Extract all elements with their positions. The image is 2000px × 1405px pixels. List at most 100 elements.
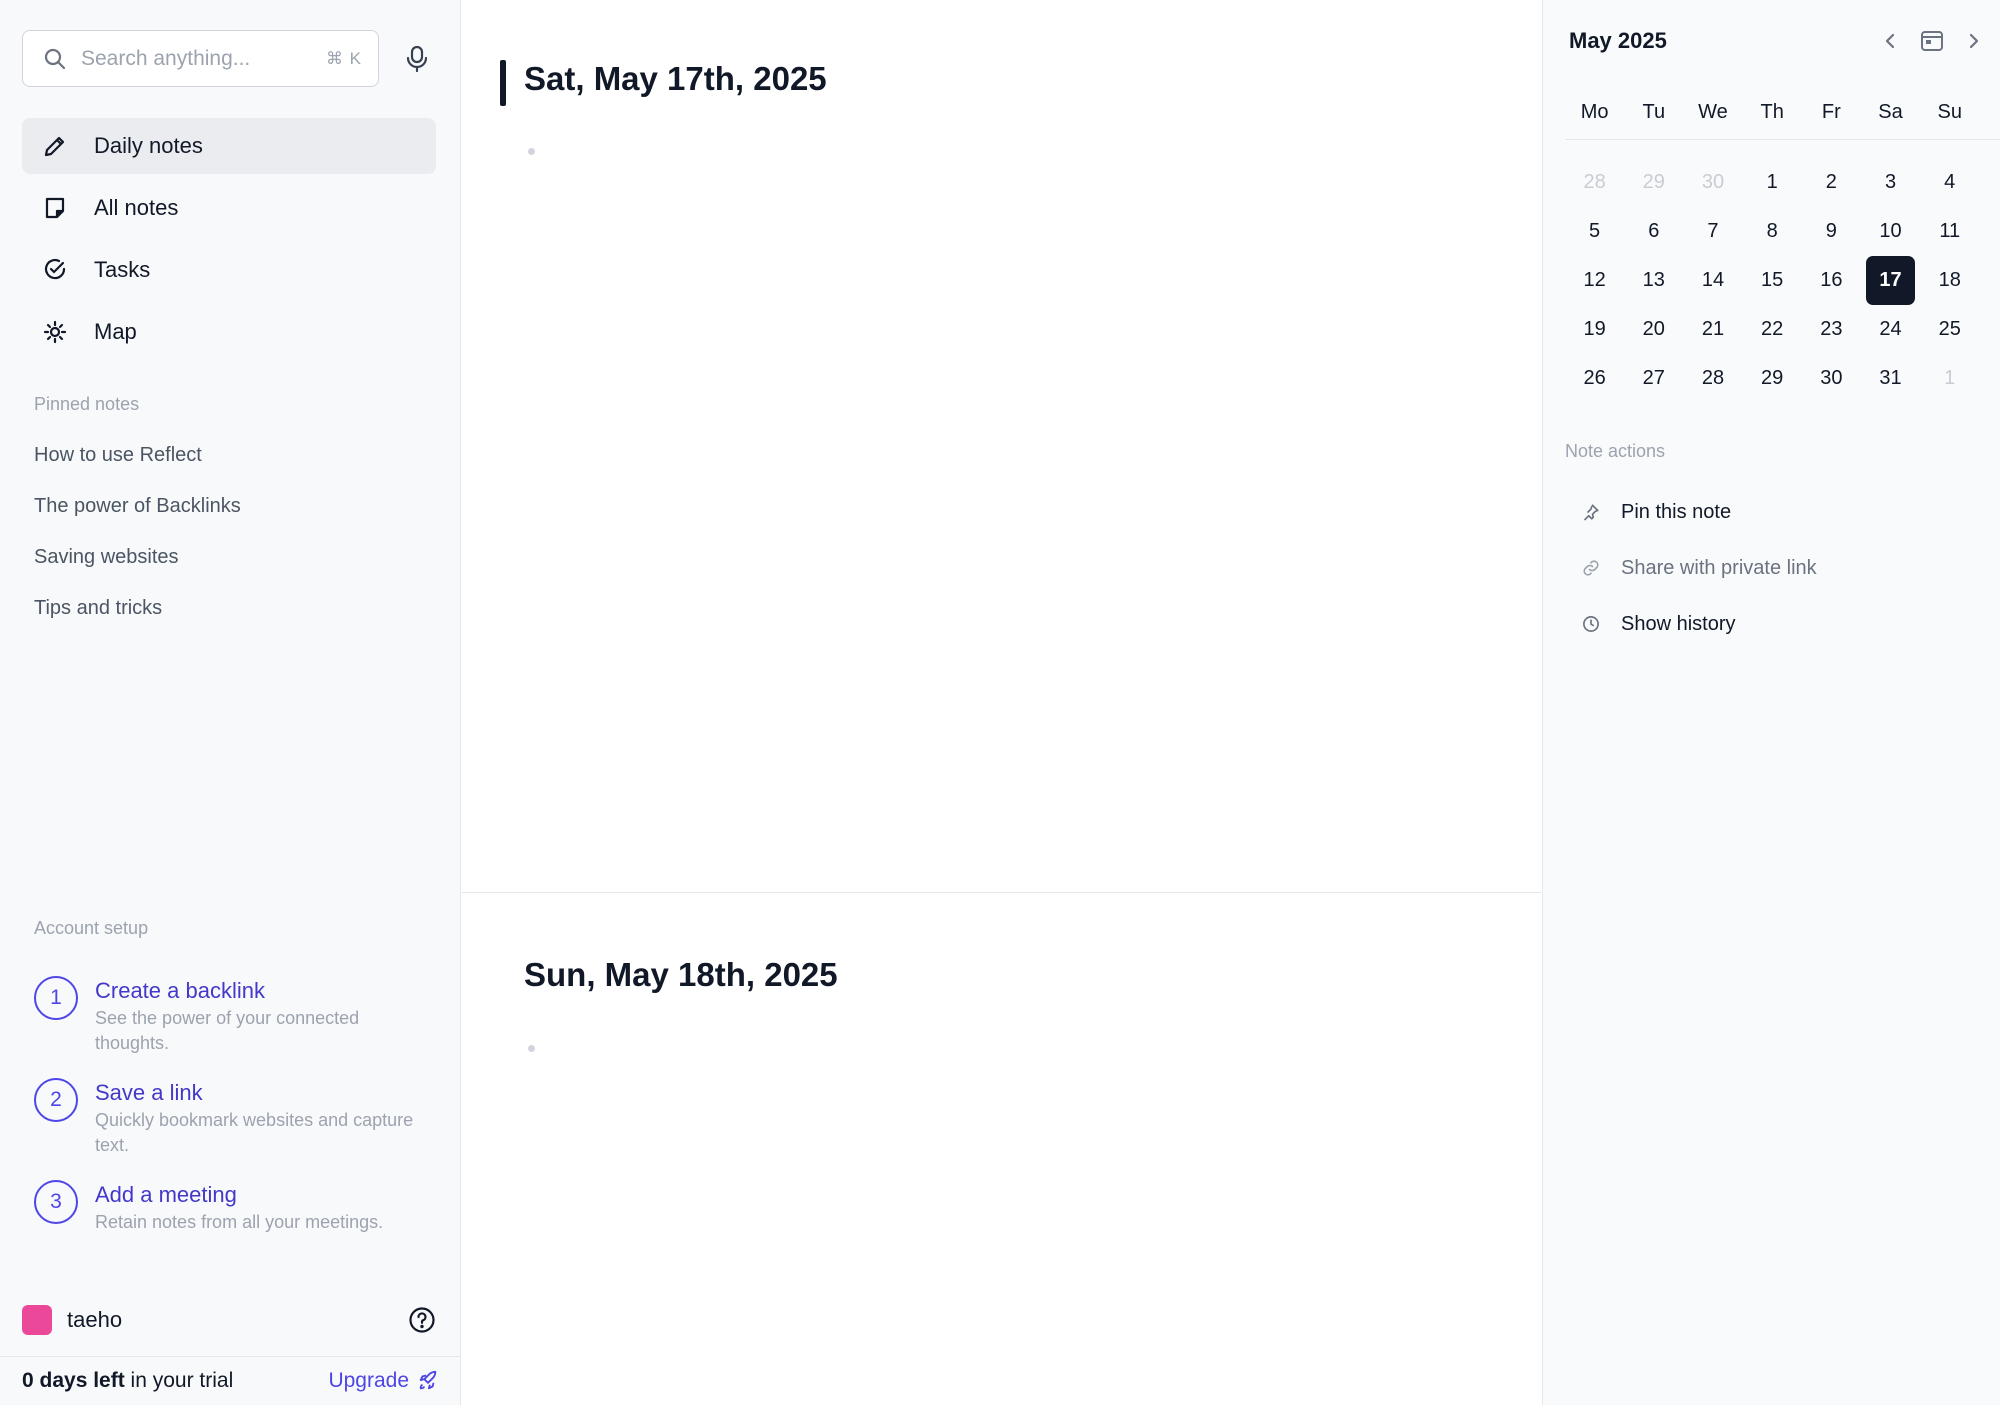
calendar-day[interactable]: 28 <box>1565 158 1624 207</box>
calendar-day-number: 8 <box>1766 220 1778 242</box>
search-icon <box>43 47 67 71</box>
pinned-note[interactable]: The power of Backlinks <box>34 489 241 540</box>
empty-bullet[interactable] <box>528 1045 535 1052</box>
step-number: 3 <box>34 1180 78 1224</box>
calendar-day[interactable]: 28 <box>1683 354 1742 403</box>
calendar-day[interactable]: 3 <box>1861 158 1920 207</box>
calendar-day[interactable]: 25 <box>1920 305 1979 354</box>
calendar-day-number: 30 <box>1820 367 1843 389</box>
calendar-week: 5 6 7 8 9 10 11 <box>1565 207 2000 256</box>
calendar-day[interactable]: 21 <box>1683 305 1742 354</box>
calendar-today-icon[interactable] <box>1917 26 1947 56</box>
step-title: Add a meeting <box>95 1182 237 1207</box>
calendar-day[interactable]: 5 <box>1565 207 1624 256</box>
nav-label: Tasks <box>94 257 151 282</box>
calendar-day[interactable]: 16 <box>1802 256 1861 305</box>
nav-item-all-notes[interactable]: All notes <box>22 180 436 236</box>
step-number: 2 <box>34 1078 78 1122</box>
pin-icon <box>1579 500 1603 524</box>
nav-label: Map <box>94 319 137 344</box>
calendar-day-number: 10 <box>1879 220 1902 242</box>
link-icon <box>1579 556 1603 580</box>
nav-item-daily-notes[interactable]: Daily notes <box>22 118 436 174</box>
step-title: Save a link <box>95 1080 203 1105</box>
calendar-day[interactable]: 18 <box>1920 256 1979 305</box>
calendar-day[interactable]: 26 <box>1565 354 1624 403</box>
user-account-row[interactable]: taeho <box>22 1303 436 1337</box>
setup-step-add-meeting[interactable]: 3 Add a meeting Retain notes from all yo… <box>34 1180 434 1235</box>
chevron-right-icon[interactable] <box>1959 26 1989 56</box>
calendar-day[interactable]: 30 <box>1802 354 1861 403</box>
calendar-day-number: 29 <box>1642 171 1665 193</box>
pinned-note[interactable]: Tips and tricks <box>34 591 241 642</box>
calendar-day-number: 5 <box>1589 220 1601 242</box>
nav-label: All notes <box>94 195 179 220</box>
trial-days-left: 0 days left <box>22 1369 125 1392</box>
calendar-day[interactable]: 1 <box>1920 354 1979 403</box>
calendar-day[interactable]: 7 <box>1683 207 1742 256</box>
calendar-day-number: 23 <box>1820 318 1843 340</box>
calendar-day-number: 25 <box>1938 318 1961 340</box>
calendar-day[interactable]: 23 <box>1802 305 1861 354</box>
calendar-day[interactable]: 24 <box>1861 305 1920 354</box>
calendar-day[interactable]: 30 <box>1683 158 1742 207</box>
calendar-day[interactable]: 22 <box>1743 305 1802 354</box>
nav-item-map[interactable]: Map <box>22 304 436 360</box>
calendar-day[interactable]: 8 <box>1743 207 1802 256</box>
calendar-week: 28 29 30 1 2 3 4 <box>1565 158 2000 207</box>
action-label: Show history <box>1621 612 1736 635</box>
setup-step-save-link[interactable]: 2 Save a link Quickly bookmark websites … <box>34 1078 434 1158</box>
nav-item-tasks[interactable]: Tasks <box>22 242 436 298</box>
calendar-day-number: 28 <box>1701 367 1725 389</box>
calendar-day-number: 13 <box>1642 269 1665 291</box>
calendar-day-number: 1 <box>1944 367 1956 389</box>
calendar-day-number: 31 <box>1879 367 1902 389</box>
calendar-day-selected[interactable]: 17 <box>1861 256 1920 305</box>
note-actions-heading: Note actions <box>1565 441 1666 461</box>
calendar-day[interactable]: 13 <box>1624 256 1683 305</box>
pinned-note[interactable]: How to use Reflect <box>34 438 241 489</box>
note-title[interactable]: Sat, May 17th, 2025 <box>524 60 827 98</box>
nav-label: Daily notes <box>94 133 203 158</box>
calendar-day[interactable]: 6 <box>1624 207 1683 256</box>
pencil-icon <box>42 133 68 159</box>
calendar-day[interactable]: 15 <box>1743 256 1802 305</box>
calendar-weekday-row: Mo Tu We Th Fr Sa Su <box>1565 94 2000 140</box>
action-label: Share with private link <box>1621 556 1817 579</box>
calendar-day[interactable]: 11 <box>1920 207 1979 256</box>
calendar-day[interactable]: 27 <box>1624 354 1683 403</box>
calendar-day[interactable]: 9 <box>1802 207 1861 256</box>
empty-bullet[interactable] <box>528 148 535 155</box>
calendar-day[interactable]: 29 <box>1624 158 1683 207</box>
calendar-day[interactable]: 2 <box>1802 158 1861 207</box>
calendar-day[interactable]: 29 <box>1743 354 1802 403</box>
pinned-note[interactable]: Saving websites <box>34 540 241 591</box>
daily-note[interactable]: Sun, May 18th, 2025 <box>462 894 1541 1405</box>
share-private-link-action[interactable]: Share with private link <box>1579 540 1979 596</box>
pin-note-action[interactable]: Pin this note <box>1579 484 1979 540</box>
help-icon[interactable] <box>408 1306 436 1334</box>
microphone-icon[interactable] <box>402 44 432 74</box>
calendar-day[interactable]: 1 <box>1743 158 1802 207</box>
daily-note[interactable]: Sat, May 17th, 2025 <box>462 0 1541 893</box>
calendar-day-number: 6 <box>1648 220 1660 242</box>
upgrade-button[interactable]: Upgrade <box>328 1369 439 1393</box>
calendar-day-number: 7 <box>1707 220 1719 242</box>
calendar-day[interactable]: 31 <box>1861 354 1920 403</box>
calendar-day[interactable]: 4 <box>1920 158 1979 207</box>
chevron-left-icon[interactable] <box>1875 26 1905 56</box>
search-input[interactable]: Search anything... ⌘ K <box>22 30 379 87</box>
calendar-day[interactable]: 14 <box>1683 256 1742 305</box>
show-history-action[interactable]: Show history <box>1579 596 1979 652</box>
step-description: Retain notes from all your meetings. <box>95 1212 384 1232</box>
calendar-day[interactable]: 19 <box>1565 305 1624 354</box>
calendar-day[interactable]: 10 <box>1861 207 1920 256</box>
calendar-day[interactable]: 20 <box>1624 305 1683 354</box>
calendar-day[interactable]: 12 <box>1565 256 1624 305</box>
calendar-day-number: 1 <box>1766 171 1778 193</box>
calendar-week: 12 13 14 15 16 17 18 <box>1565 256 2000 305</box>
setup-step-create-backlink[interactable]: 1 Create a backlink See the power of you… <box>34 976 434 1056</box>
calendar-day-number: 24 <box>1879 318 1902 340</box>
sidebar: Search anything... ⌘ K Daily notes All n… <box>0 0 461 1405</box>
note-title[interactable]: Sun, May 18th, 2025 <box>524 956 838 994</box>
